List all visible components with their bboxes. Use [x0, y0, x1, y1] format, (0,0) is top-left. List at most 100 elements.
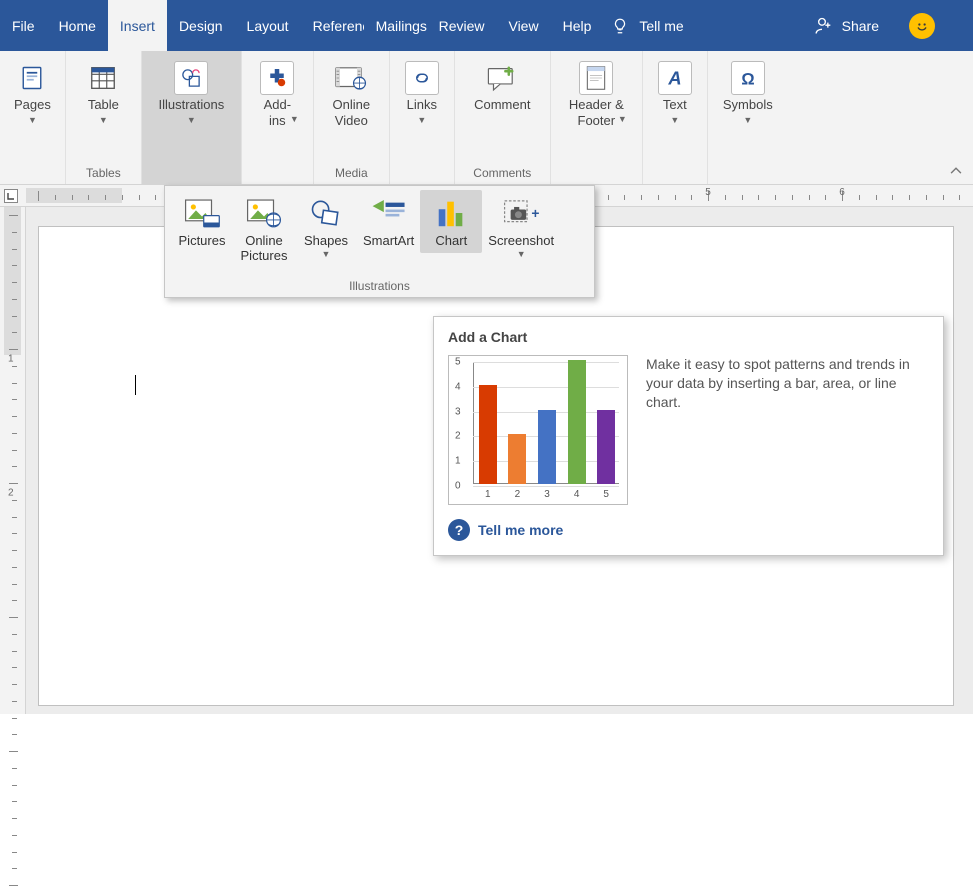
symbols-button[interactable]: Ω Symbols ▼: [717, 57, 779, 129]
media-group-label: Media: [322, 166, 381, 184]
text-cursor: [135, 375, 136, 395]
tell-me-more-label: Tell me more: [478, 522, 563, 538]
header-footer-icon: [579, 61, 613, 95]
text-label: Text: [663, 97, 687, 113]
ribbon-group-media: OnlineVideo Media: [314, 51, 390, 184]
tell-me-label: Tell me: [639, 18, 683, 34]
table-icon: [86, 61, 120, 95]
symbols-group-label: [716, 166, 780, 184]
tab-layout[interactable]: Layout: [235, 0, 301, 51]
addins-caret-icon: ▼: [290, 114, 299, 124]
share-icon: [812, 16, 832, 36]
ribbon-group-comments: Comment Comments: [455, 51, 551, 184]
svg-text:Ω: Ω: [741, 70, 754, 88]
illustrations-icon: [174, 61, 208, 95]
text-button[interactable]: A Text ▼: [651, 57, 699, 129]
comment-button[interactable]: Comment: [468, 57, 536, 117]
online-video-icon: [334, 61, 368, 95]
tab-references[interactable]: References: [301, 0, 364, 51]
tooltip-chart-thumbnail: 01234512345: [448, 355, 628, 505]
links-caret-icon: ▼: [417, 115, 426, 125]
ribbon-group-illustrations: Illustrations ▼: [142, 51, 242, 184]
tell-me-group[interactable]: Tell me: [611, 17, 683, 35]
online-pictures-button[interactable]: OnlinePictures: [233, 190, 295, 268]
svg-text:+: +: [532, 205, 540, 221]
addins-button[interactable]: Add-ins ▼: [250, 57, 305, 128]
symbols-label: Symbols: [723, 97, 773, 113]
chart-icon: [431, 194, 471, 232]
illustrations-group-label: [150, 166, 233, 184]
links-button[interactable]: Links ▼: [398, 57, 446, 129]
header-footer-label: Header &Footer: [569, 97, 624, 128]
tab-insert[interactable]: Insert: [108, 0, 167, 51]
share-label: Share: [842, 18, 879, 34]
shapes-label: Shapes: [304, 234, 348, 249]
tab-review[interactable]: Review: [427, 0, 497, 51]
screenshot-label: Screenshot: [488, 234, 554, 249]
ribbon-group-text: A Text ▼: [643, 51, 708, 184]
illustrations-button[interactable]: Illustrations ▼: [153, 57, 231, 129]
shapes-icon: [306, 194, 346, 232]
screenshot-button[interactable]: + Screenshot ▼: [482, 190, 560, 263]
tab-selector[interactable]: [4, 189, 18, 203]
table-label: Table: [88, 97, 119, 113]
links-label: Links: [407, 97, 437, 113]
help-icon: ?: [448, 519, 470, 541]
online-pictures-label: OnlinePictures: [241, 234, 288, 264]
smartart-button[interactable]: SmartArt: [357, 190, 420, 253]
lightbulb-icon: [611, 17, 629, 35]
header-footer-caret-icon: ▼: [618, 114, 627, 124]
ribbon-group-pages: Pages ▼: [0, 51, 66, 184]
tell-me-more-link[interactable]: ? Tell me more: [448, 519, 929, 541]
tables-group-label: Tables: [74, 166, 133, 184]
smartart-label: SmartArt: [363, 234, 414, 249]
online-video-label: OnlineVideo: [333, 97, 371, 128]
comments-group-label: Comments: [463, 166, 542, 184]
text-caret-icon: ▼: [670, 115, 679, 125]
illustrations-gallery-label: Illustrations: [165, 277, 594, 297]
pages-icon: [15, 61, 49, 95]
ribbon-insert: Pages ▼ Table ▼ Tables Illustratio: [0, 51, 973, 185]
addins-label: Add-ins: [264, 97, 291, 128]
screenshot-icon: +: [501, 194, 541, 232]
addins-icon: [260, 61, 294, 95]
pictures-label: Pictures: [179, 234, 226, 249]
ribbon-group-addins: Add-ins ▼: [242, 51, 314, 184]
tab-view[interactable]: View: [496, 0, 550, 51]
shapes-button[interactable]: Shapes ▼: [295, 190, 357, 263]
table-caret-icon: ▼: [99, 115, 108, 125]
pictures-icon: [182, 194, 222, 232]
illustrations-gallery: Pictures OnlinePictures Shapes ▼ SmartAr…: [164, 185, 595, 298]
menu-tabs: File Home Insert Design Layout Reference…: [0, 0, 603, 51]
svg-text:A: A: [667, 67, 681, 88]
vertical-ruler[interactable]: 12: [0, 207, 26, 714]
text-group-label: [651, 166, 699, 184]
tab-home[interactable]: Home: [47, 0, 108, 51]
share-group[interactable]: Share: [812, 13, 953, 39]
links-group-label: [398, 166, 446, 184]
chart-button[interactable]: Chart: [420, 190, 482, 253]
screenshot-caret-icon: ▼: [517, 249, 526, 259]
tab-file[interactable]: File: [0, 0, 47, 51]
comment-label: Comment: [474, 97, 530, 113]
pages-group-label: [8, 166, 57, 184]
pages-button[interactable]: Pages ▼: [8, 57, 57, 129]
tab-design[interactable]: Design: [167, 0, 235, 51]
addins-group-label: [250, 166, 305, 184]
ribbon-group-headerfooter: Header &Footer ▼: [551, 51, 643, 184]
collapse-ribbon-button[interactable]: [949, 164, 963, 178]
table-button[interactable]: Table ▼: [79, 57, 127, 129]
smartart-icon: [369, 194, 409, 232]
pages-caret-icon: ▼: [28, 115, 37, 125]
pictures-button[interactable]: Pictures: [171, 190, 233, 253]
tab-help[interactable]: Help: [551, 0, 604, 51]
tooltip-title: Add a Chart: [448, 329, 929, 345]
tab-mailings[interactable]: Mailings: [364, 0, 427, 51]
tooltip-description: Make it easy to spot patterns and trends…: [646, 355, 929, 505]
ribbon-group-symbols: Ω Symbols ▼: [708, 51, 788, 184]
feedback-smiley-icon[interactable]: [909, 13, 935, 39]
header-footer-button[interactable]: Header &Footer ▼: [560, 57, 633, 128]
shapes-caret-icon: ▼: [322, 249, 331, 259]
online-video-button[interactable]: OnlineVideo: [327, 57, 377, 132]
comment-icon: [485, 61, 519, 95]
